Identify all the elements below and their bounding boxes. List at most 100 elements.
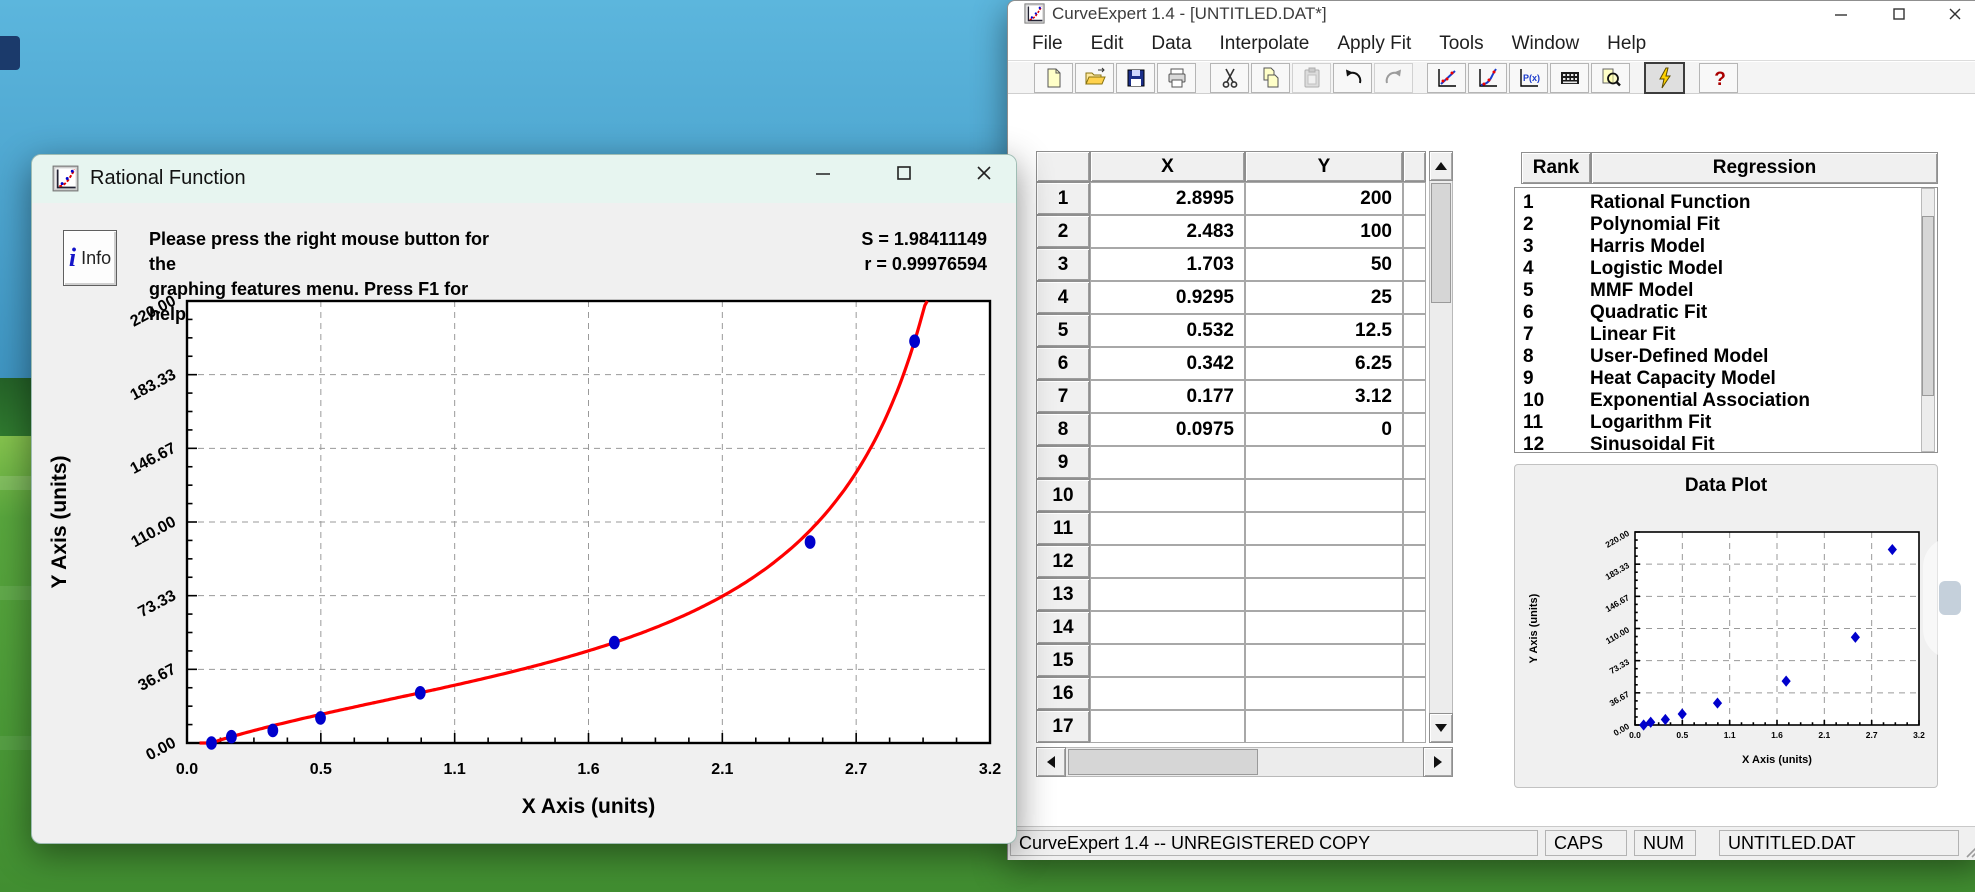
row-header-15[interactable]: 15 [1036,644,1090,677]
regression-column-header[interactable]: Regression [1591,152,1938,184]
cell-x-10[interactable] [1090,479,1245,512]
cell-y-16[interactable] [1245,677,1403,710]
fit-window-titlebar[interactable]: Rational Function [32,155,1016,203]
cell-x-14[interactable] [1090,611,1245,644]
row-header-8[interactable]: 8 [1036,413,1090,446]
fit-close-button[interactable] [961,165,1007,193]
row-header-2[interactable]: 2 [1036,215,1090,248]
scroll-down-button[interactable] [1429,713,1453,743]
lightning-button[interactable] [1644,62,1685,94]
row-header-7[interactable]: 7 [1036,380,1090,413]
cell-x-4[interactable]: 0.9295 [1090,281,1245,314]
column-header-y[interactable]: Y [1245,151,1403,182]
cell-x-3[interactable]: 1.703 [1090,248,1245,281]
cell-x-5[interactable]: 0.532 [1090,314,1245,347]
corner-header-cell[interactable] [1036,151,1090,182]
scroll-up-button[interactable] [1429,151,1453,181]
undo-button[interactable] [1333,63,1372,93]
cell-x-2[interactable]: 2.483 [1090,215,1245,248]
row-header-14[interactable]: 14 [1036,611,1090,644]
row-header-9[interactable]: 9 [1036,446,1090,479]
cell-y-2[interactable]: 100 [1245,215,1403,248]
regression-item-6[interactable]: 6Quadratic Fit [1515,302,1937,324]
new-file-button[interactable] [1034,63,1073,93]
menu-interpolate[interactable]: Interpolate [1206,31,1324,57]
row-header-12[interactable]: 12 [1036,545,1090,578]
cell-x-17[interactable] [1090,710,1245,743]
column-header-x[interactable]: X [1090,151,1245,182]
cell-x-8[interactable]: 0.0975 [1090,413,1245,446]
regression-item-12[interactable]: 12Sinusoidal Fit [1515,434,1937,453]
cell-x-12[interactable] [1090,545,1245,578]
desktop-icon-fragment[interactable] [0,36,20,70]
close-button[interactable] [1933,1,1975,27]
fit-chart[interactable]: 0.00.000.536.671.173.331.6110.002.1146.6… [42,289,1012,829]
save-file-button[interactable] [1116,63,1155,93]
fit-maximize-button[interactable] [881,165,927,193]
regression-item-4[interactable]: 4Logistic Model [1515,258,1937,280]
cell-y-15[interactable] [1245,644,1403,677]
regression-scroll-thumb[interactable] [1922,216,1934,396]
resize-grip[interactable] [1964,845,1975,858]
cell-y-9[interactable] [1245,446,1403,479]
menu-file[interactable]: File [1018,31,1077,57]
row-header-10[interactable]: 10 [1036,479,1090,512]
row-header-5[interactable]: 5 [1036,314,1090,347]
fit-curve-button[interactable] [1468,63,1507,93]
minimize-button[interactable] [1819,1,1863,27]
row-header-17[interactable]: 17 [1036,710,1090,743]
regression-item-2[interactable]: 2Polynomial Fit [1515,214,1937,236]
cell-x-13[interactable] [1090,578,1245,611]
cell-y-7[interactable]: 3.12 [1245,380,1403,413]
cell-y-14[interactable] [1245,611,1403,644]
redo-button[interactable] [1374,63,1413,93]
cell-x-7[interactable]: 0.177 [1090,380,1245,413]
cell-x-11[interactable] [1090,512,1245,545]
regression-item-3[interactable]: 3Harris Model [1515,236,1937,258]
menu-edit[interactable]: Edit [1077,31,1138,57]
row-header-11[interactable]: 11 [1036,512,1090,545]
menu-data[interactable]: Data [1137,31,1205,57]
cell-y-12[interactable] [1245,545,1403,578]
scroll-left-button[interactable] [1036,747,1066,777]
cell-y-1[interactable]: 200 [1245,182,1403,215]
horizontal-scroll-thumb[interactable] [1068,749,1258,775]
regression-item-11[interactable]: 11Logarithm Fit [1515,412,1937,434]
main-titlebar[interactable]: CurveExpert 1.4 - [UNTITLED.DAT*] [1008,1,1975,27]
menu-apply-fit[interactable]: Apply Fit [1323,31,1425,57]
regression-item-5[interactable]: 5MMF Model [1515,280,1937,302]
row-header-13[interactable]: 13 [1036,578,1090,611]
row-header-3[interactable]: 3 [1036,248,1090,281]
inspect-button[interactable] [1591,63,1630,93]
cell-x-9[interactable] [1090,446,1245,479]
regression-item-1[interactable]: 1Rational Function [1515,192,1937,214]
calculator-button[interactable] [1550,63,1589,93]
help-button[interactable]: ? [1699,63,1738,93]
cell-y-8[interactable]: 0 [1245,413,1403,446]
regression-ranking-list[interactable]: 1Rational Function2Polynomial Fit3Harris… [1514,187,1938,453]
cell-y-6[interactable]: 6.25 [1245,347,1403,380]
maximize-button[interactable] [1877,1,1921,27]
menu-window[interactable]: Window [1498,31,1594,57]
cell-y-11[interactable] [1245,512,1403,545]
cell-y-3[interactable]: 50 [1245,248,1403,281]
cell-y-4[interactable]: 25 [1245,281,1403,314]
fit-minimize-button[interactable] [800,165,846,193]
cell-x-6[interactable]: 0.342 [1090,347,1245,380]
row-header-1[interactable]: 1 [1036,182,1090,215]
row-header-6[interactable]: 6 [1036,347,1090,380]
cell-y-13[interactable] [1245,578,1403,611]
copy-button[interactable] [1251,63,1290,93]
menu-help[interactable]: Help [1593,31,1660,57]
rank-column-header[interactable]: Rank [1521,152,1591,184]
print-button[interactable] [1157,63,1196,93]
row-header-16[interactable]: 16 [1036,677,1090,710]
menu-tools[interactable]: Tools [1425,31,1497,57]
scroll-right-button[interactable] [1423,747,1453,777]
cell-x-15[interactable] [1090,644,1245,677]
cut-button[interactable] [1210,63,1249,93]
regression-item-7[interactable]: 7Linear Fit [1515,324,1937,346]
regression-item-10[interactable]: 10Exponential Association [1515,390,1937,412]
touch-indicator-overlay[interactable] [1923,537,1975,659]
open-file-button[interactable] [1075,63,1114,93]
